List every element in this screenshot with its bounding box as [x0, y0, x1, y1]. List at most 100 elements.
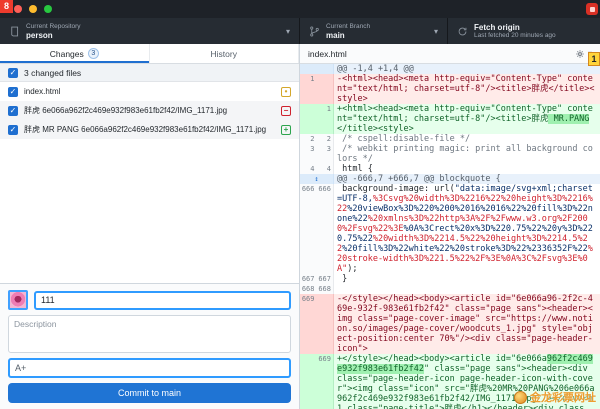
- file-name: 胖虎 MR PANG 6e066a962f2c469e932f983e61fb2…: [24, 124, 275, 135]
- diff-line-text: }: [334, 274, 600, 284]
- repo-label: Current Repository: [26, 23, 280, 31]
- new-line-number: 669: [317, 354, 334, 409]
- new-line-number: 1: [317, 104, 334, 134]
- annotation-badge-1: 1: [588, 52, 600, 66]
- added-status-icon: +: [281, 125, 291, 135]
- branch-icon: [309, 26, 320, 37]
- diff-row-del[interactable]: 669-</style></head><body><article id="6e…: [300, 294, 600, 354]
- watermark-text: 金龙彩票网址: [530, 389, 596, 405]
- expand-hunk-icon[interactable]: [300, 64, 333, 74]
- file-checkbox[interactable]: ✓: [8, 87, 18, 97]
- changed-files-label: 3 changed files: [24, 68, 81, 78]
- diff-row-hunk[interactable]: ↕@@ -666,7 +666,7 @@ blockquote {: [300, 174, 600, 184]
- gear-icon[interactable]: [575, 49, 585, 59]
- select-all-checkbox[interactable]: ✓: [8, 68, 18, 78]
- diff-row-ctx[interactable]: 667667 }: [300, 274, 600, 284]
- file-name: index.html: [24, 87, 275, 96]
- diff-line-text: html {: [334, 164, 600, 174]
- diff-gutter[interactable]: 667667: [300, 274, 334, 284]
- old-line-number: 1: [300, 74, 317, 104]
- current-branch-button[interactable]: Current Branch main ▾: [300, 18, 448, 44]
- old-line-number: 4: [300, 164, 317, 174]
- branch-name: main: [326, 31, 428, 40]
- diff-gutter[interactable]: 33: [300, 144, 334, 164]
- fetch-sub-label: Last fetched 20 minutes ago: [474, 32, 591, 40]
- changes-sidebar: Changes 3 History ✓ 3 changed files ✓ ind…: [0, 44, 300, 409]
- removed-status-icon: −: [281, 106, 291, 116]
- file-list-empty-space: [0, 139, 299, 283]
- diff-line-text: -<html><head><meta http-equiv="Content-T…: [334, 74, 600, 104]
- diff-row-del[interactable]: 1 -<html><head><meta http-equiv="Content-…: [300, 74, 600, 104]
- diff-row-ctx[interactable]: 666666 background-image: url("data:image…: [300, 184, 600, 274]
- repo-name: person: [26, 31, 280, 40]
- commit-form: A+ Commit to main: [0, 283, 299, 409]
- annotation-red-icon: [586, 3, 598, 15]
- old-line-number: 666: [300, 184, 317, 274]
- new-line-number: 4: [317, 164, 334, 174]
- diff-gutter[interactable]: 1: [300, 104, 334, 134]
- current-repository-button[interactable]: Current Repository person ▾: [0, 18, 300, 44]
- summary-input[interactable]: [34, 291, 291, 310]
- add-coauthor-icon: A+: [15, 363, 26, 373]
- diff-row-ctx[interactable]: 44 html {: [300, 164, 600, 174]
- diff-body: @@ -1,4 +1,4 @@1-<html><head><meta http-…: [300, 64, 600, 409]
- fetch-origin-button[interactable]: Fetch origin Last fetched 20 minutes ago: [448, 18, 600, 44]
- new-line-number: [317, 294, 334, 354]
- file-checkbox[interactable]: ✓: [8, 106, 18, 116]
- new-line-number: 666: [317, 184, 334, 274]
- new-line-number: [317, 74, 334, 104]
- diff-gutter[interactable]: 1: [300, 74, 334, 104]
- diff-gutter[interactable]: 669: [300, 294, 334, 354]
- zoom-button[interactable]: [44, 5, 52, 13]
- commit-to-main-button[interactable]: Commit to main: [8, 383, 291, 403]
- diff-line-text: [334, 284, 600, 294]
- diff-row-ctx[interactable]: 33 /* webkit printing magic: print all b…: [300, 144, 600, 164]
- file-checkbox[interactable]: ✓: [8, 125, 18, 135]
- diff-line-text: @@ -666,7 +666,7 @@ blockquote {: [334, 174, 600, 184]
- toolbar: Current Repository person ▾ Current Bran…: [0, 18, 600, 44]
- description-input[interactable]: [8, 315, 291, 353]
- diff-row-hunk[interactable]: @@ -1,4 +1,4 @@: [300, 64, 600, 74]
- diff-gutter[interactable]: 666666: [300, 184, 334, 274]
- diff-line-text: @@ -1,4 +1,4 @@: [334, 64, 600, 74]
- expand-hunk-icon[interactable]: ↕: [300, 174, 333, 184]
- changed-files-header: ✓ 3 changed files: [0, 64, 299, 82]
- diff-gutter[interactable]: [300, 64, 334, 74]
- diff-row-ctx[interactable]: 668668: [300, 284, 600, 294]
- tab-history-label: History: [211, 49, 237, 59]
- diff-gutter[interactable]: 668668: [300, 284, 334, 294]
- file-row[interactable]: ✓index.html•: [0, 82, 299, 101]
- new-line-number: 2: [317, 134, 334, 144]
- tab-changes[interactable]: Changes 3: [0, 44, 150, 63]
- file-name: 胖虎 6e066a962f2c469e932f983e61fb2f42/IMG_…: [24, 105, 275, 116]
- diff-gutter[interactable]: 44: [300, 164, 334, 174]
- diff-line-text: /* webkit printing magic: print all back…: [334, 144, 600, 164]
- tab-history[interactable]: History: [150, 44, 300, 63]
- coauthor-field[interactable]: A+: [8, 358, 291, 378]
- diff-row-ctx[interactable]: 22 /* cspell:disable-file */: [300, 134, 600, 144]
- main-content: Changes 3 History ✓ 3 changed files ✓ ind…: [0, 44, 600, 409]
- diff-gutter[interactable]: ↕: [300, 174, 334, 184]
- tab-changes-label: Changes: [50, 49, 84, 59]
- diff-row-add[interactable]: 1+<html><head><meta http-equiv="Content-…: [300, 104, 600, 134]
- diff-gutter[interactable]: 669: [300, 354, 334, 409]
- old-line-number: 2: [300, 134, 317, 144]
- chevron-down-icon: ▾: [286, 27, 290, 36]
- sidebar-tabs: Changes 3 History: [0, 44, 299, 64]
- old-line-number: 667: [300, 274, 317, 284]
- diff-gutter[interactable]: 22: [300, 134, 334, 144]
- repo-icon: [9, 26, 20, 37]
- file-row[interactable]: ✓ 胖虎 6e066a962f2c469e932f983e61fb2f42/IMG…: [0, 101, 299, 120]
- titlebar: [0, 0, 600, 18]
- new-line-number: 667: [317, 274, 334, 284]
- file-list: ✓index.html•✓胖虎 6e066a962f2c469e932f983e…: [0, 82, 299, 139]
- fetch-label: Fetch origin: [474, 23, 591, 32]
- diff-line-text: /* cspell:disable-file */: [334, 134, 600, 144]
- file-row[interactable]: ✓ 胖虎 MR PANG 6e066a962f2c469e932f983e61fb…: [0, 120, 299, 139]
- annotation-badge-8: 8: [0, 0, 13, 13]
- branch-label: Current Branch: [326, 23, 428, 31]
- minimize-button[interactable]: [29, 5, 37, 13]
- new-line-number: 668: [317, 284, 334, 294]
- close-button[interactable]: [14, 5, 22, 13]
- watermark: 金龙彩票网址: [514, 389, 596, 405]
